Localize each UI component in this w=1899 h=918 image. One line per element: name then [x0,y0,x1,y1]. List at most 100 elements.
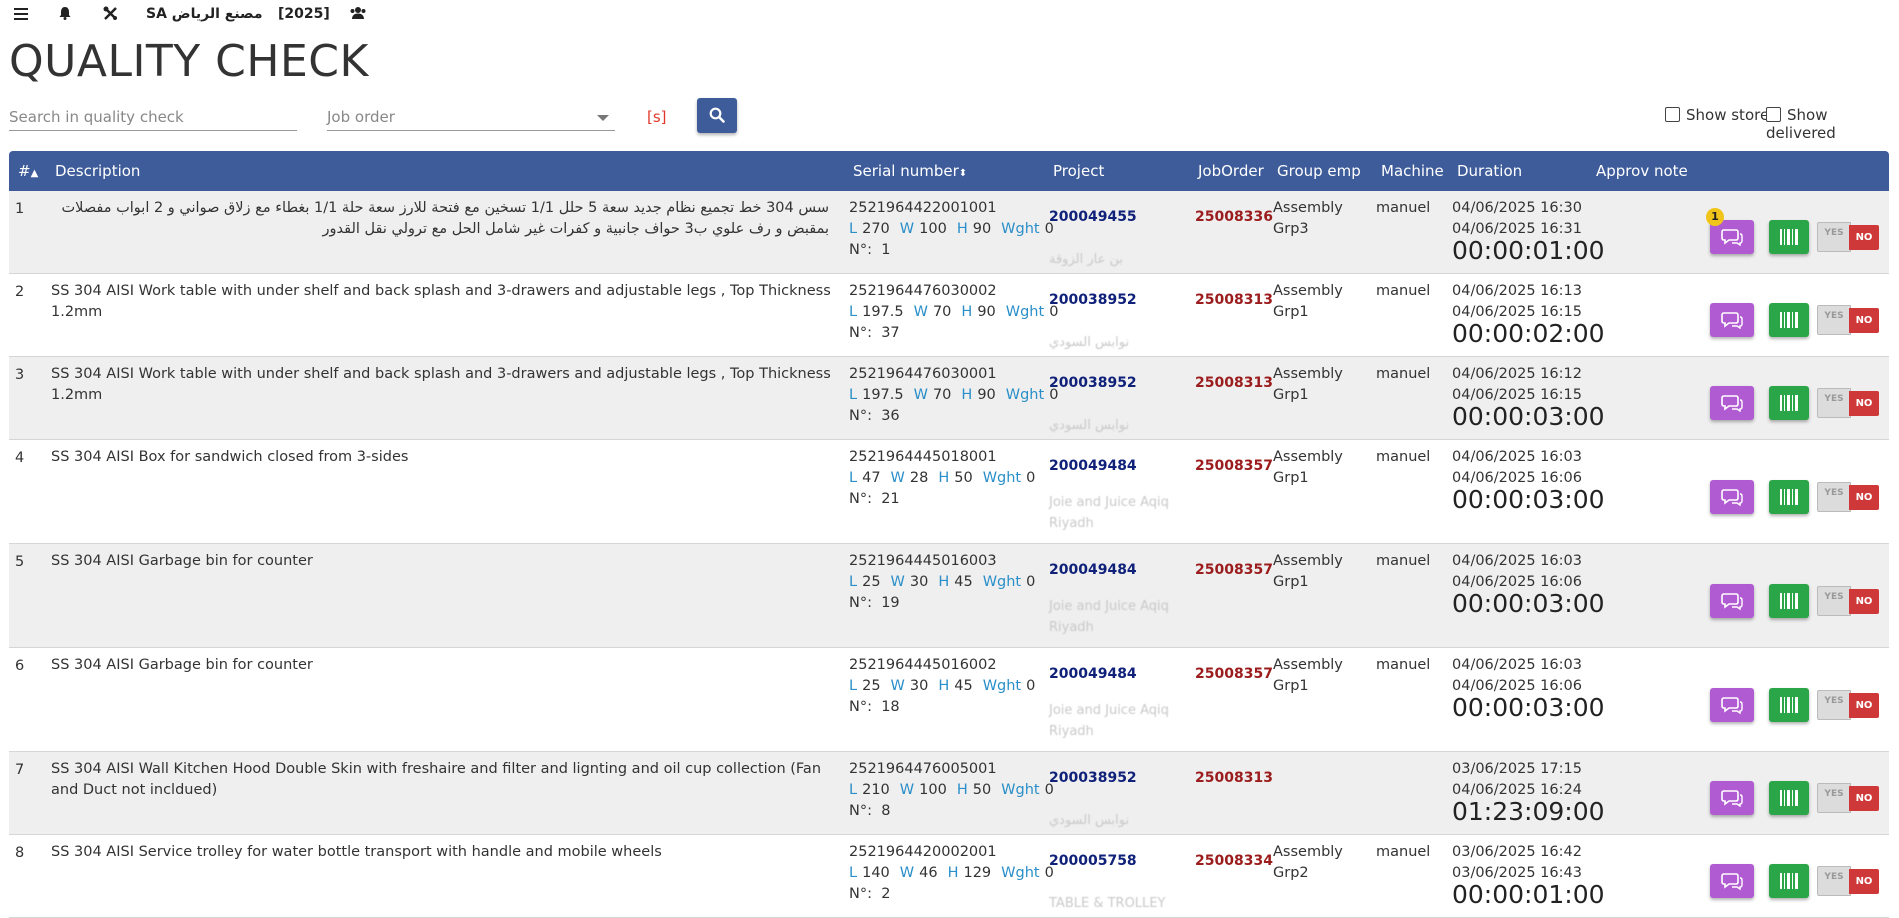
search-button[interactable] [697,98,737,133]
approve-toggle[interactable]: YES NO [1817,866,1881,896]
toggle-yes[interactable]: YES [1817,222,1851,252]
barcode-icon [1780,312,1798,328]
approval-note-button[interactable] [1710,584,1754,618]
toggle-yes[interactable]: YES [1817,482,1851,512]
table-row[interactable]: 8 SS 304 AISI Service trolley for water b… [9,835,1889,918]
row-project-link[interactable]: 200038952 [1049,373,1137,394]
row-joborder-link[interactable]: 25008313 [1195,373,1273,394]
row-joborder-link[interactable]: 25008334 [1195,851,1273,872]
barcode-button[interactable] [1769,584,1809,618]
col-number-header[interactable]: #▲ [18,162,38,180]
toggle-yes[interactable]: YES [1817,866,1851,896]
row-project-link[interactable]: 200049484 [1049,560,1137,581]
barcode-button[interactable] [1769,220,1809,254]
barcode-button[interactable] [1769,781,1809,815]
show-delivered-box[interactable] [1766,107,1781,122]
col-machine-header[interactable]: Machine [1381,162,1444,180]
toggle-no[interactable]: NO [1849,391,1879,416]
toggle-yes[interactable]: YES [1817,783,1851,813]
approval-note-button[interactable] [1710,386,1754,420]
row-joborder-link[interactable]: 25008313 [1195,768,1273,789]
approve-toggle[interactable]: YES NO [1817,305,1881,335]
row-duration: 00:00:03:00 [1452,485,1605,514]
toggle-yes[interactable]: YES [1817,388,1851,418]
toggle-no[interactable]: NO [1849,308,1879,333]
comments-icon [1721,489,1743,506]
toggle-no[interactable]: NO [1849,869,1879,894]
row-duration: 00:00:01:00 [1452,880,1605,909]
toggle-yes[interactable]: YES [1817,690,1851,720]
row-start-time: 04/06/2025 16:12 [1452,366,1582,382]
toggle-no[interactable]: NO [1849,589,1879,614]
row-project-link[interactable]: 200049484 [1049,456,1137,477]
approval-note-button[interactable] [1710,864,1754,898]
col-description-header[interactable]: Description [55,162,140,180]
tools-icon[interactable] [103,6,118,25]
row-machine: manuel [1376,366,1431,382]
approval-note-button[interactable] [1710,480,1754,514]
year-label[interactable]: [2025] [278,6,330,22]
table-row[interactable]: 3 SS 304 AISI Work table with under shelf… [9,357,1889,440]
col-group-header[interactable]: Group emp [1277,162,1361,180]
bell-icon[interactable] [58,6,72,24]
approve-toggle[interactable]: YES NO [1817,222,1881,252]
row-joborder-link[interactable]: 25008336 [1195,207,1273,228]
show-store-label: Show store [1686,106,1770,124]
joborder-select[interactable]: Job order [327,104,615,131]
toggle-no[interactable]: NO [1849,786,1879,811]
company-name[interactable]: SA مصنع الرياض [146,6,263,22]
row-project-link[interactable]: 200005758 [1049,851,1137,872]
row-joborder-link[interactable]: 25008357 [1195,664,1273,685]
approve-toggle[interactable]: YES NO [1817,482,1881,512]
row-item-number: N°: 36 [849,408,900,424]
search-input[interactable]: Search in quality check [9,104,297,131]
menu-icon[interactable] [14,6,28,24]
row-description: SS 304 AISI Garbage bin for counter [51,657,313,673]
barcode-button[interactable] [1769,386,1809,420]
barcode-button[interactable] [1769,303,1809,337]
row-group: Assembly Grp1 [1273,366,1343,403]
row-joborder-link[interactable]: 25008357 [1195,560,1273,581]
toggle-yes[interactable]: YES [1817,305,1851,335]
approval-note-button[interactable] [1710,303,1754,337]
table-row[interactable]: 5 SS 304 AISI Garbage bin for counter 2521… [9,544,1889,648]
approval-note-button[interactable] [1710,781,1754,815]
quality-check-table: #▲ Description Serial number⬍ Project Jo… [9,151,1889,918]
row-project-link[interactable]: 200049484 [1049,664,1137,685]
row-project-link[interactable]: 200049455 [1049,207,1137,228]
col-joborder-header[interactable]: JobOrder [1198,162,1264,180]
barcode-button[interactable] [1769,864,1809,898]
comments-icon [1721,873,1743,890]
toggle-no[interactable]: NO [1849,693,1879,718]
table-row[interactable]: 4 SS 304 AISI Box for sandwich closed fro… [9,440,1889,544]
approve-toggle[interactable]: YES NO [1817,388,1881,418]
dim-h-label: H [947,865,959,881]
users-icon[interactable] [349,6,367,24]
row-joborder-link[interactable]: 25008313 [1195,290,1273,311]
toggle-no[interactable]: NO [1849,485,1879,510]
table-row[interactable]: 2 SS 304 AISI Work table with under shelf… [9,274,1889,357]
approve-toggle[interactable]: YES NO [1817,783,1881,813]
approve-toggle[interactable]: YES NO [1817,586,1881,616]
toggle-no[interactable]: NO [1849,225,1879,250]
col-project-header[interactable]: Project [1053,162,1104,180]
toggle-yes[interactable]: YES [1817,586,1851,616]
col-approv-note-header[interactable]: Approv note [1596,162,1688,180]
col-serial-header[interactable]: Serial number⬍ [853,162,967,180]
show-store-checkbox[interactable]: Show store [1665,106,1769,124]
table-row[interactable]: 7 SS 304 AISI Wall Kitchen Hood Double Sk… [9,752,1889,835]
row-joborder-link[interactable]: 25008357 [1195,456,1273,477]
approve-toggle[interactable]: YES NO [1817,690,1881,720]
show-store-box[interactable] [1665,107,1680,122]
row-project-link[interactable]: 200038952 [1049,768,1137,789]
table-row[interactable]: 6 SS 304 AISI Garbage bin for counter 2521… [9,648,1889,752]
row-start-time: 04/06/2025 16:03 [1452,449,1582,465]
col-duration-header[interactable]: Duration [1457,162,1522,180]
show-delivered-checkbox[interactable]: Show delivered [1766,106,1899,142]
row-project-link[interactable]: 200038952 [1049,290,1137,311]
barcode-button[interactable] [1769,480,1809,514]
table-row[interactable]: 1 سس 304 خط تجميع نظام جديد سعة 5 حلل 1/1… [9,191,1889,274]
barcode-button[interactable] [1769,688,1809,722]
approval-note-button[interactable] [1710,688,1754,722]
dim-l-value: 25 [862,678,881,694]
